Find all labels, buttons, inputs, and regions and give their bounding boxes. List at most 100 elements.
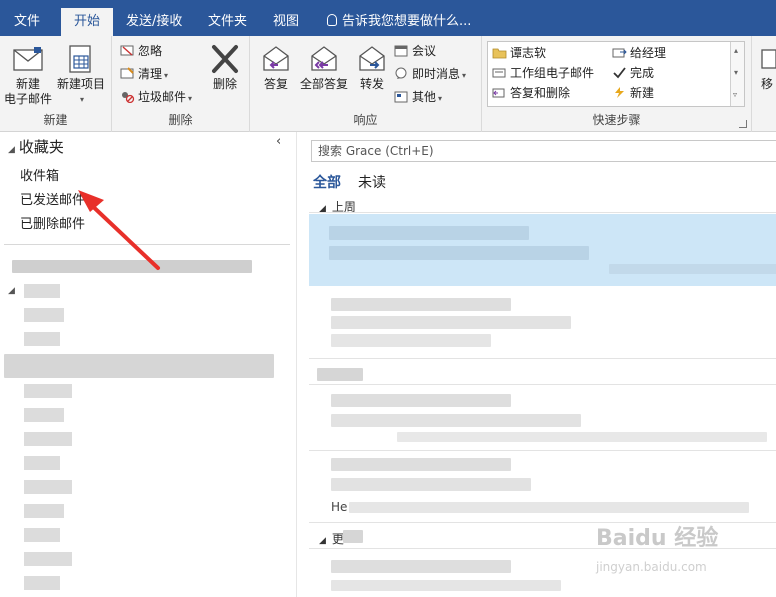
ribbon-group-respond: 答复 全部答复 转发 会议 即时消息 ▾ 其他 ▾ 响应: [250, 36, 482, 132]
ribbon-group-delete: 忽略 清理 ▾ 垃圾邮件 ▾ 删除 删除: [112, 36, 250, 132]
reply-button[interactable]: 答复: [254, 44, 298, 92]
message-row-selected[interactable]: [309, 214, 776, 286]
reply-all-button[interactable]: 全部答复: [296, 44, 352, 92]
group-header-earlier[interactable]: ◢ 更: [319, 530, 344, 547]
chevron-down-icon: ▾: [79, 95, 84, 104]
quick-step-item[interactable]: 完成: [612, 64, 654, 82]
forward-button[interactable]: 转发: [352, 44, 392, 92]
gallery-expand-icon[interactable]: ▿: [733, 90, 737, 99]
chat-bubble-icon: [395, 67, 407, 79]
tab-file[interactable]: 文件: [14, 0, 40, 36]
baidu-watermark: Baidu 经验: [596, 526, 719, 551]
group-label-respond: 响应: [353, 113, 378, 127]
dialog-launcher-icon[interactable]: [739, 120, 747, 128]
blurred-text: [349, 502, 749, 513]
im-button[interactable]: 即时消息 ▾: [394, 64, 466, 84]
blurred-text: [331, 458, 511, 471]
blurred-folder: [24, 576, 60, 590]
tell-me-text: 告诉我您想要做什么...: [342, 14, 472, 29]
chevron-up-icon[interactable]: ▴: [734, 46, 738, 55]
cleanup-button[interactable]: 清理 ▾: [120, 64, 168, 84]
forward-icon: [356, 44, 388, 74]
tab-folder[interactable]: 文件夹: [208, 0, 247, 36]
blurred-text: [331, 316, 571, 329]
group-label-delete: 删除: [168, 113, 193, 127]
folder-pane: ◢ 收藏夹 ‹ 收件箱 已发送邮件 已删除邮件 ◢: [0, 132, 296, 597]
ribbon-group-new: 新建 电子邮件 新建项目 ▾ 新建: [0, 36, 112, 132]
folder-inbox[interactable]: 收件箱: [20, 165, 59, 184]
quick-steps-gallery: 谭志软 给经理 工作组电子邮件 完成 答复和删除 新建 ▴ ▾ ▿: [487, 41, 745, 107]
collapse-triangle-icon: ◢: [8, 286, 15, 296]
ribbon: 新建 电子邮件 新建项目 ▾ 新建 忽略 清理 ▾ 垃圾邮件 ▾ 删除 删除 答…: [0, 36, 776, 132]
reply-all-label: 全部答复: [299, 77, 348, 91]
new-items-button[interactable]: 新建项目 ▾: [54, 44, 108, 107]
collapse-triangle-icon[interactable]: ◢: [8, 145, 15, 155]
quick-step-item[interactable]: 谭志软: [492, 44, 546, 62]
tab-view[interactable]: 视图: [273, 0, 299, 36]
blurred-folder: [24, 384, 72, 398]
checkmark-icon: [613, 67, 626, 79]
pane-divider: [4, 244, 290, 245]
blurred-text: [609, 264, 776, 274]
folder-deleted[interactable]: 已删除邮件: [20, 213, 85, 232]
blurred-folder: [24, 528, 60, 542]
blurred-folder: [24, 480, 72, 494]
filter-all[interactable]: 全部: [313, 172, 341, 192]
blurred-text: [331, 414, 581, 427]
favorites-header[interactable]: ◢ 收藏夹: [8, 136, 64, 157]
quick-step-item[interactable]: 给经理: [612, 44, 666, 62]
forward-label: 转发: [359, 77, 384, 91]
group-label-new: 新建: [43, 113, 68, 127]
blurred-text: [331, 560, 511, 573]
chevron-down-icon: ▾: [462, 71, 467, 80]
move-icon: [758, 44, 776, 74]
filter-unread[interactable]: 未读: [358, 172, 386, 192]
meeting-label: 会议: [412, 44, 437, 58]
chevron-down-icon: ▾: [438, 94, 443, 103]
collapse-triangle-icon: ◢: [319, 536, 326, 546]
blurred-selected-folder: [4, 354, 274, 378]
folder-sent[interactable]: 已发送邮件: [20, 189, 85, 208]
search-input[interactable]: 搜索 Grace (Ctrl+E): [311, 140, 776, 162]
ribbon-tab-bar: 文件 开始 发送/接收 文件夹 视图 告诉我您想要做什么...: [0, 0, 776, 36]
ignore-button[interactable]: 忽略: [120, 41, 162, 61]
blurred-folder: [24, 456, 60, 470]
blurred-folder: [24, 308, 64, 322]
row-divider: [309, 358, 776, 359]
chevron-down-icon: ▾: [164, 71, 169, 80]
meeting-button[interactable]: 会议: [394, 41, 436, 61]
lightbulb-icon: [327, 14, 337, 26]
quick-step-item[interactable]: 答复和删除: [492, 84, 570, 102]
blurred-account: [12, 260, 252, 273]
chevron-down-icon[interactable]: ▾: [734, 68, 738, 77]
move-label: 移: [760, 77, 773, 91]
preview-snippet: He: [331, 500, 348, 514]
lightning-icon: [615, 87, 624, 98]
delete-button[interactable]: 删除: [204, 44, 246, 92]
tell-me-box[interactable]: 告诉我您想要做什么...: [327, 0, 471, 36]
junk-button[interactable]: 垃圾邮件 ▾: [120, 87, 192, 107]
blurred-text: [329, 226, 529, 240]
reply-delete-icon: [492, 88, 505, 98]
blurred-text: [331, 580, 561, 591]
quick-step-item[interactable]: 新建: [612, 84, 654, 102]
gallery-scrollbar[interactable]: ▴ ▾ ▿: [730, 42, 744, 106]
new-items-icon: [65, 44, 97, 74]
forward-mail-icon: [612, 48, 627, 58]
meeting-icon: [394, 45, 408, 57]
baidu-watermark-url: jingyan.baidu.com: [596, 560, 707, 574]
cleanup-label: 清理: [138, 67, 163, 81]
reply-all-icon: [308, 44, 340, 74]
tab-home[interactable]: 开始: [61, 8, 114, 36]
delete-x-icon: [209, 44, 241, 74]
chevron-left-icon[interactable]: ‹: [276, 134, 281, 149]
more-button[interactable]: 其他 ▾: [394, 87, 442, 107]
move-button-partial[interactable]: 移: [758, 44, 776, 92]
blurred-folder: [24, 552, 72, 566]
quick-step-item[interactable]: 工作组电子邮件: [492, 64, 594, 82]
blurred-folder: [24, 332, 60, 346]
new-email-button[interactable]: 新建 电子邮件: [2, 44, 54, 107]
tab-send-receive[interactable]: 发送/接收: [126, 0, 182, 36]
blurred-text: [331, 298, 511, 311]
reply-label: 答复: [263, 77, 288, 91]
